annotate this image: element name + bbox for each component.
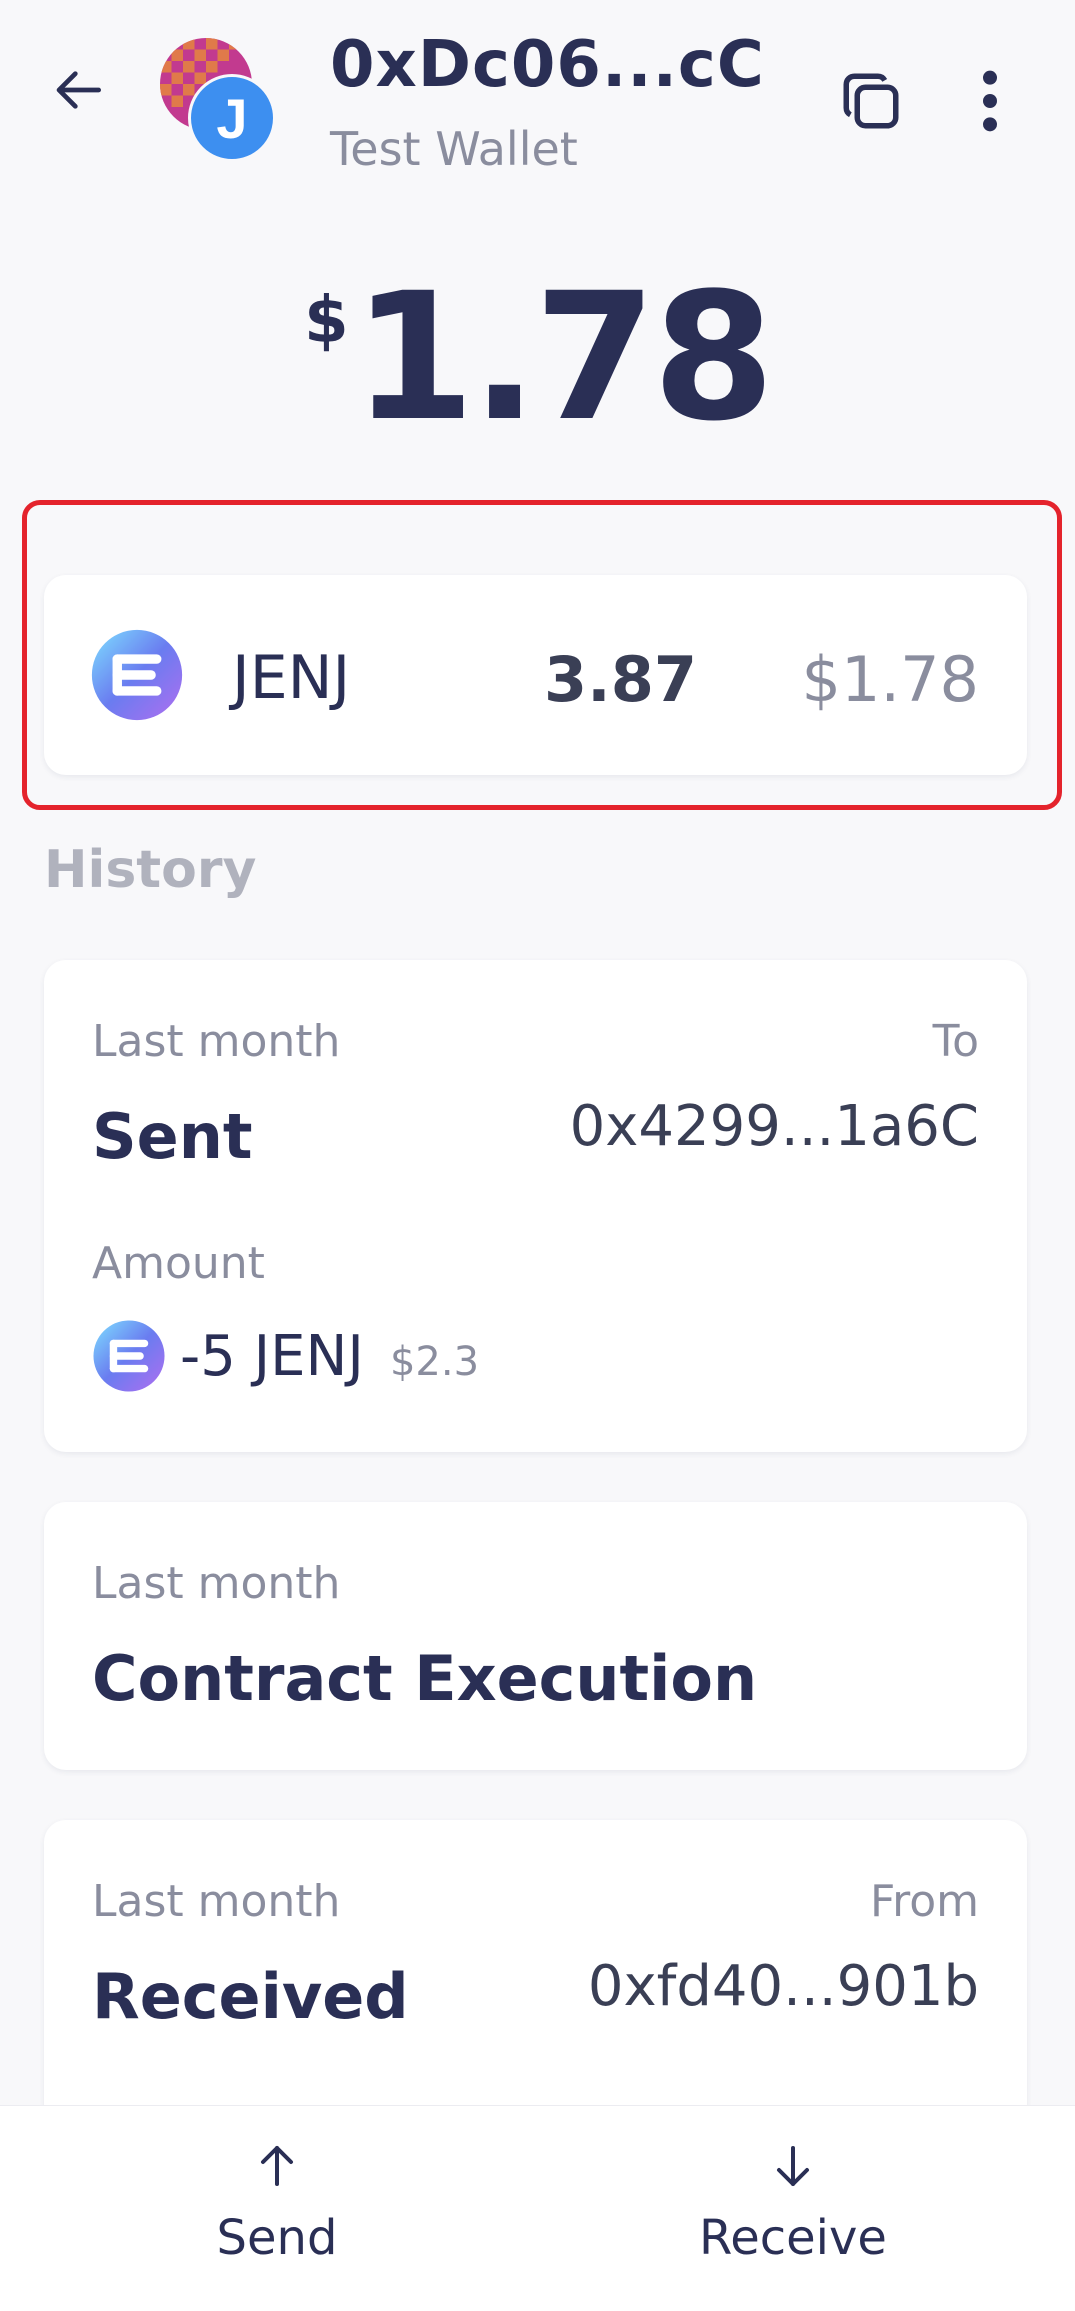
wallet-screen: J 0xDc06...cC Test Wallet $ 1.78 JENJ 3.… — [0, 0, 1075, 2311]
back-button[interactable] — [40, 50, 120, 130]
tx-date: Last month — [92, 1876, 341, 1927]
enjin-token-icon — [91, 629, 183, 721]
more-options-button[interactable] — [950, 58, 1030, 144]
more-vertical-icon — [983, 70, 997, 132]
tx-counterparty-address: 0x4299...1a6C — [569, 1094, 979, 1159]
tx-direction-label: From — [869, 1876, 979, 1927]
header: J 0xDc06...cC Test Wallet — [0, 0, 1075, 200]
copy-icon — [843, 73, 899, 129]
copy-button[interactable] — [828, 58, 914, 144]
history-heading: History — [44, 840, 257, 900]
arrow-left-icon — [56, 71, 101, 109]
total-balance: $ 1.78 — [0, 270, 1075, 470]
tx-amount-row: -5 JENJ $2.3 — [92, 1316, 479, 1396]
tx-date: Last month — [92, 1558, 341, 1609]
avatar-letter: J — [188, 74, 276, 162]
history-item-sent[interactable]: Last month To Sent 0x4299...1a6C Amount … — [44, 960, 1027, 1452]
arrow-up-icon — [261, 2146, 293, 2186]
receive-label: Receive — [699, 2210, 887, 2266]
token-symbol: JENJ — [232, 643, 351, 713]
tx-type: Contract Execution — [92, 1642, 758, 1715]
tx-type: Received — [92, 1960, 409, 2033]
balance-amount: 1.78 — [352, 255, 775, 460]
tx-date: Last month — [92, 1016, 341, 1067]
tx-amount-label: Amount — [92, 1238, 265, 1289]
bottom-action-bar: Send Receive — [0, 2105, 1075, 2311]
wallet-name: Test Wallet — [330, 122, 578, 176]
tx-amount-fiat: $2.3 — [389, 1339, 480, 1385]
tx-amount-value: -5 JENJ — [180, 1323, 364, 1389]
token-row-jenj[interactable]: JENJ 3.87 $1.78 — [44, 575, 1027, 775]
send-button[interactable]: Send — [127, 2136, 427, 2286]
wallet-address: 0xDc06...cC — [330, 28, 765, 102]
wallet-avatar: J — [160, 38, 285, 163]
token-fiat-value: $1.78 — [801, 643, 980, 716]
send-label: Send — [216, 2210, 338, 2266]
balance-currency: $ — [304, 284, 349, 358]
receive-button[interactable]: Receive — [643, 2136, 943, 2286]
enjin-token-icon — [93, 1320, 165, 1392]
tx-counterparty-address: 0xfd40...901b — [587, 1954, 979, 2019]
arrow-down-icon — [777, 2146, 809, 2186]
tx-direction-label: To — [932, 1016, 979, 1067]
history-item-contract-execution[interactable]: Last month Contract Execution — [44, 1502, 1027, 1770]
tx-type: Sent — [92, 1100, 253, 1173]
token-quantity: 3.87 — [544, 643, 697, 716]
